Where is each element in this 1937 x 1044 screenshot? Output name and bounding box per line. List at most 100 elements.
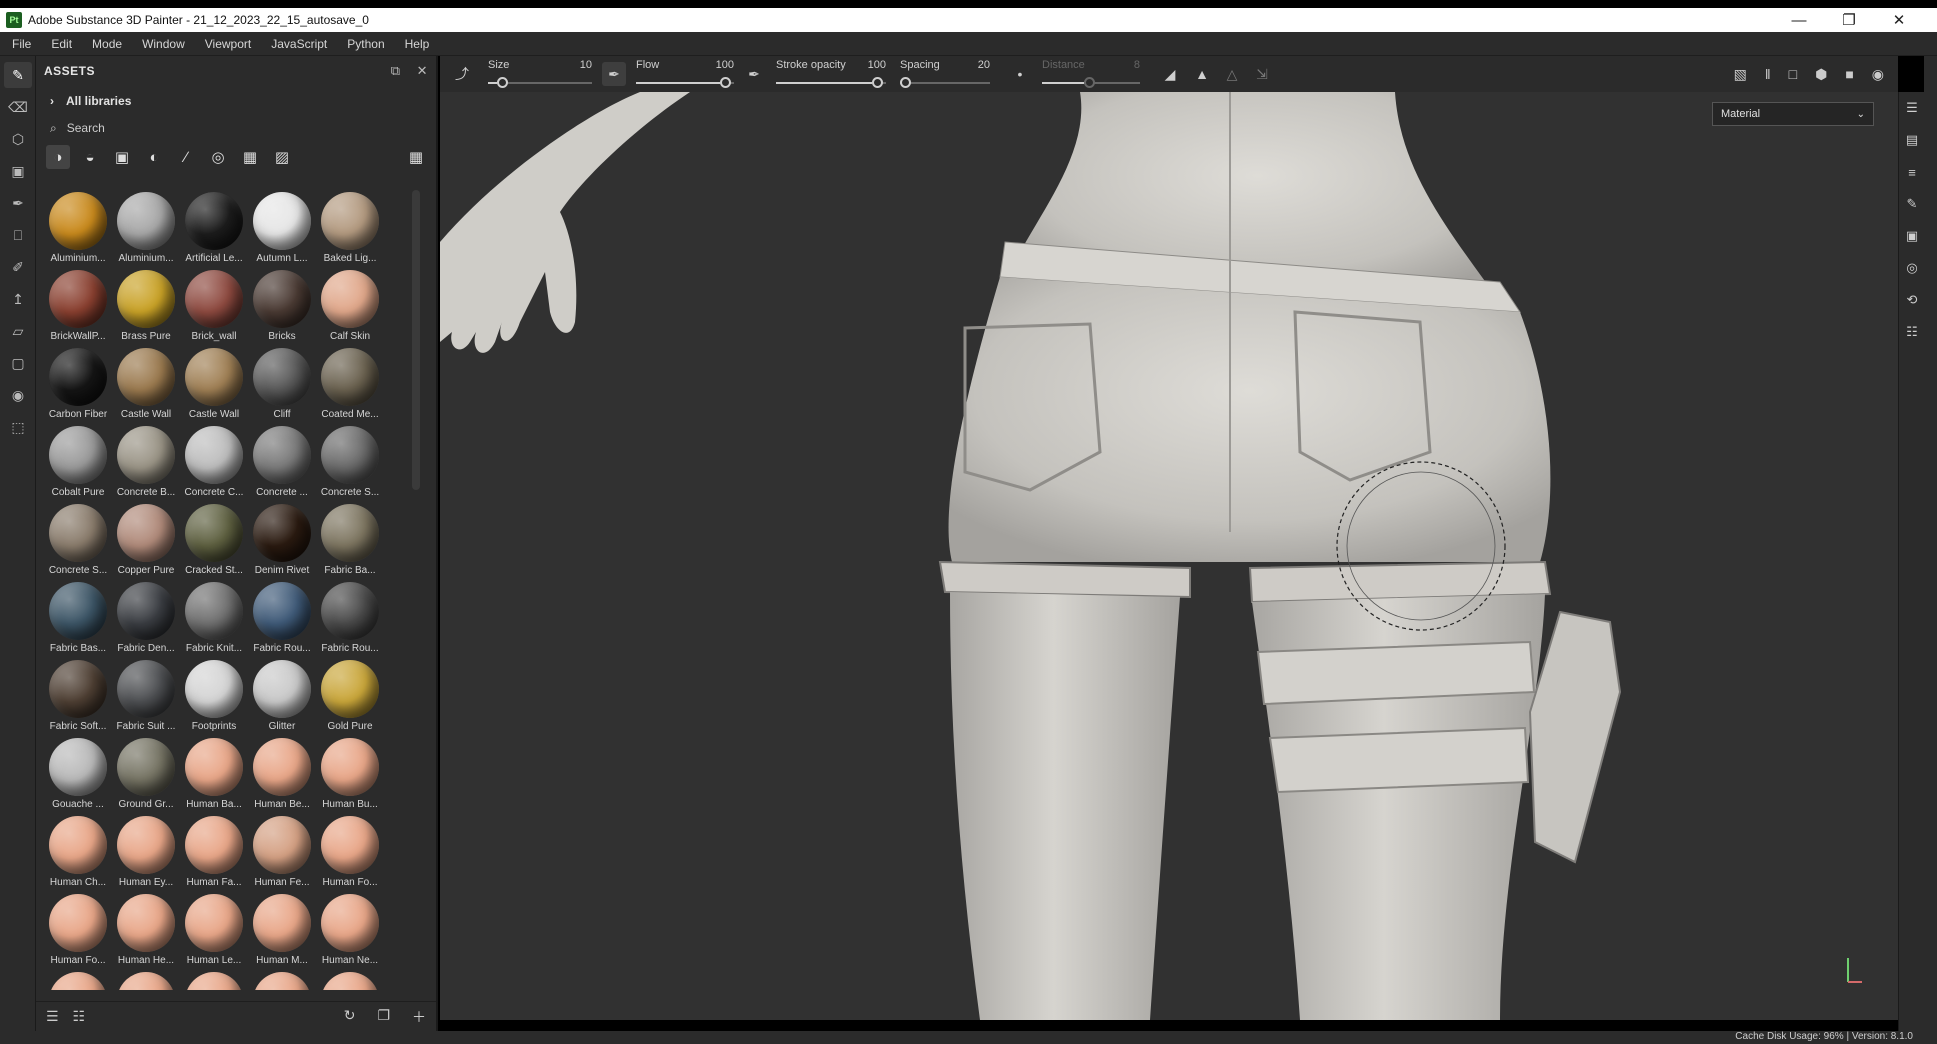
- bake-icon[interactable]: ↥: [4, 286, 32, 312]
- asset-tile[interactable]: Human Fa...: [180, 814, 248, 892]
- asset-tile[interactable]: Human Ch...: [44, 814, 112, 892]
- asset-tile[interactable]: Cracked St...: [180, 502, 248, 580]
- log-icon[interactable]: ☷: [1899, 316, 1925, 348]
- asset-tile[interactable]: Gouache ...: [44, 736, 112, 814]
- asset-tile[interactable]: Human Fo...: [316, 814, 384, 892]
- asset-tile[interactable]: Human He...: [112, 892, 180, 970]
- asset-tile[interactable]: Concrete ...: [248, 424, 316, 502]
- transform-icon[interactable]: ⇲: [1250, 66, 1274, 83]
- asset-tile[interactable]: Concrete C...: [180, 424, 248, 502]
- projection-icon[interactable]: ⬡: [4, 126, 32, 152]
- asset-tile[interactable]: Brass Pure: [112, 268, 180, 346]
- clone-stamp-icon[interactable]: ⎕: [4, 222, 32, 248]
- asset-tile[interactable]: Fabric Suit ...: [112, 658, 180, 736]
- asset-tile[interactable]: Fabric Knit...: [180, 580, 248, 658]
- symmetry-settings-icon[interactable]: △: [1220, 66, 1244, 83]
- sort-icon[interactable]: ☰: [46, 1008, 59, 1025]
- asset-search[interactable]: ⌕ Search: [36, 116, 436, 140]
- hide-ui-icon[interactable]: ▧: [1734, 66, 1747, 83]
- symmetry-icon[interactable]: ▲: [1190, 66, 1214, 82]
- menu-viewport[interactable]: Viewport: [205, 37, 251, 51]
- export-icon[interactable]: ⬚: [4, 414, 32, 440]
- asset-tile[interactable]: Fabric Den...: [112, 580, 180, 658]
- asset-tile[interactable]: [44, 970, 112, 990]
- undock-icon[interactable]: ⧉: [391, 63, 401, 79]
- panel-close-icon[interactable]: ✕: [417, 63, 428, 79]
- paint-brush-icon[interactable]: ✎: [4, 62, 32, 88]
- stroke-opacity-slider[interactable]: Stroke opacity 100: [776, 57, 886, 91]
- asset-tile[interactable]: Carbon Fiber: [44, 346, 112, 424]
- view-3d-icon[interactable]: ⬢: [1815, 66, 1827, 83]
- distance-slider[interactable]: Distance 8: [1042, 57, 1140, 91]
- menu-edit[interactable]: Edit: [51, 37, 72, 51]
- menu-python[interactable]: Python: [347, 37, 384, 51]
- asset-tile[interactable]: Cliff: [248, 346, 316, 424]
- asset-tile[interactable]: Human Bu...: [316, 736, 384, 814]
- asset-tile[interactable]: Concrete B...: [112, 424, 180, 502]
- menu-window[interactable]: Window: [142, 37, 185, 51]
- textures-filter-icon[interactable]: ▦: [238, 145, 262, 169]
- asset-tile[interactable]: Fabric Ba...: [316, 502, 384, 580]
- materials-filter-icon[interactable]: ◑: [46, 145, 70, 169]
- shader-settings-icon[interactable]: ◎: [1899, 252, 1925, 284]
- geometry-mask-icon[interactable]: ▱: [4, 318, 32, 344]
- camera-mode-icon[interactable]: ■: [1845, 66, 1853, 83]
- history-icon[interactable]: ⟲: [1899, 284, 1925, 316]
- smart-materials-filter-icon[interactable]: ◒: [78, 145, 102, 169]
- flow-slider[interactable]: Flow 100: [636, 57, 734, 91]
- asset-tile[interactable]: Brick_wall: [180, 268, 248, 346]
- search-input[interactable]: Search: [67, 121, 105, 135]
- asset-tile[interactable]: Concrete S...: [44, 502, 112, 580]
- pause-icon[interactable]: ‖: [1765, 66, 1771, 83]
- eraser-icon[interactable]: ⌫: [4, 94, 32, 120]
- asset-tile[interactable]: Human M...: [248, 892, 316, 970]
- asset-tile[interactable]: Human Ey...: [112, 814, 180, 892]
- folder-icon[interactable]: ❐: [377, 1007, 390, 1027]
- texture-set-list-icon[interactable]: ☰: [1899, 92, 1925, 124]
- camera-icon[interactable]: ◉: [4, 382, 32, 408]
- asset-tile[interactable]: Cobalt Pure: [44, 424, 112, 502]
- generators-filter-icon[interactable]: ◐: [142, 145, 166, 169]
- asset-tile[interactable]: Fabric Rou...: [248, 580, 316, 658]
- view-2d-icon[interactable]: □: [1789, 66, 1797, 83]
- color-picker-icon[interactable]: ✐: [4, 254, 32, 280]
- menu-javascript[interactable]: JavaScript: [271, 37, 327, 51]
- viewport-mode-dropdown[interactable]: Material ⌄: [1712, 102, 1874, 126]
- smudge-icon[interactable]: ✒: [4, 190, 32, 216]
- properties-icon[interactable]: ✎: [1899, 188, 1925, 220]
- display-settings-icon[interactable]: ▣: [1899, 220, 1925, 252]
- polygon-fill-icon[interactable]: ▣: [4, 158, 32, 184]
- asset-tile[interactable]: Aluminium...: [112, 190, 180, 268]
- asset-scrollbar[interactable]: [412, 190, 420, 490]
- asset-tile[interactable]: [112, 970, 180, 990]
- menu-help[interactable]: Help: [405, 37, 430, 51]
- asset-tile[interactable]: [316, 970, 384, 990]
- pressure-flow-icon[interactable]: ✒: [742, 66, 766, 83]
- asset-tile[interactable]: Castle Wall: [180, 346, 248, 424]
- asset-tile[interactable]: Bricks: [248, 268, 316, 346]
- asset-tile[interactable]: Autumn L...: [248, 190, 316, 268]
- asset-tile[interactable]: Glitter: [248, 658, 316, 736]
- spacing-slider[interactable]: Spacing 20: [900, 57, 990, 91]
- close-icon[interactable]: ✕: [1889, 11, 1909, 29]
- menu-file[interactable]: File: [12, 37, 31, 51]
- pressure-size-icon[interactable]: ✒: [602, 62, 626, 86]
- list-view-icon[interactable]: ☷: [73, 1008, 86, 1025]
- asset-tile[interactable]: Human Fe...: [248, 814, 316, 892]
- quick-mask-icon[interactable]: ▢: [4, 350, 32, 376]
- texture-set-settings-icon[interactable]: ▤: [1899, 124, 1925, 156]
- asset-tile[interactable]: Coated Me...: [316, 346, 384, 424]
- asset-tile[interactable]: Human Le...: [180, 892, 248, 970]
- asset-tile[interactable]: Fabric Soft...: [44, 658, 112, 736]
- screenshot-icon[interactable]: ◉: [1872, 66, 1884, 83]
- layers-icon[interactable]: ≡: [1899, 156, 1925, 188]
- asset-tile[interactable]: BrickWallP...: [44, 268, 112, 346]
- asset-tile[interactable]: Baked Lig...: [316, 190, 384, 268]
- environments-filter-icon[interactable]: ▨: [270, 145, 294, 169]
- asset-tile[interactable]: Copper Pure: [112, 502, 180, 580]
- asset-tile[interactable]: Denim Rivet: [248, 502, 316, 580]
- asset-tile[interactable]: Human Fo...: [44, 892, 112, 970]
- asset-tile[interactable]: Ground Gr...: [112, 736, 180, 814]
- asset-tile[interactable]: Fabric Bas...: [44, 580, 112, 658]
- smart-masks-filter-icon[interactable]: ▣: [110, 145, 134, 169]
